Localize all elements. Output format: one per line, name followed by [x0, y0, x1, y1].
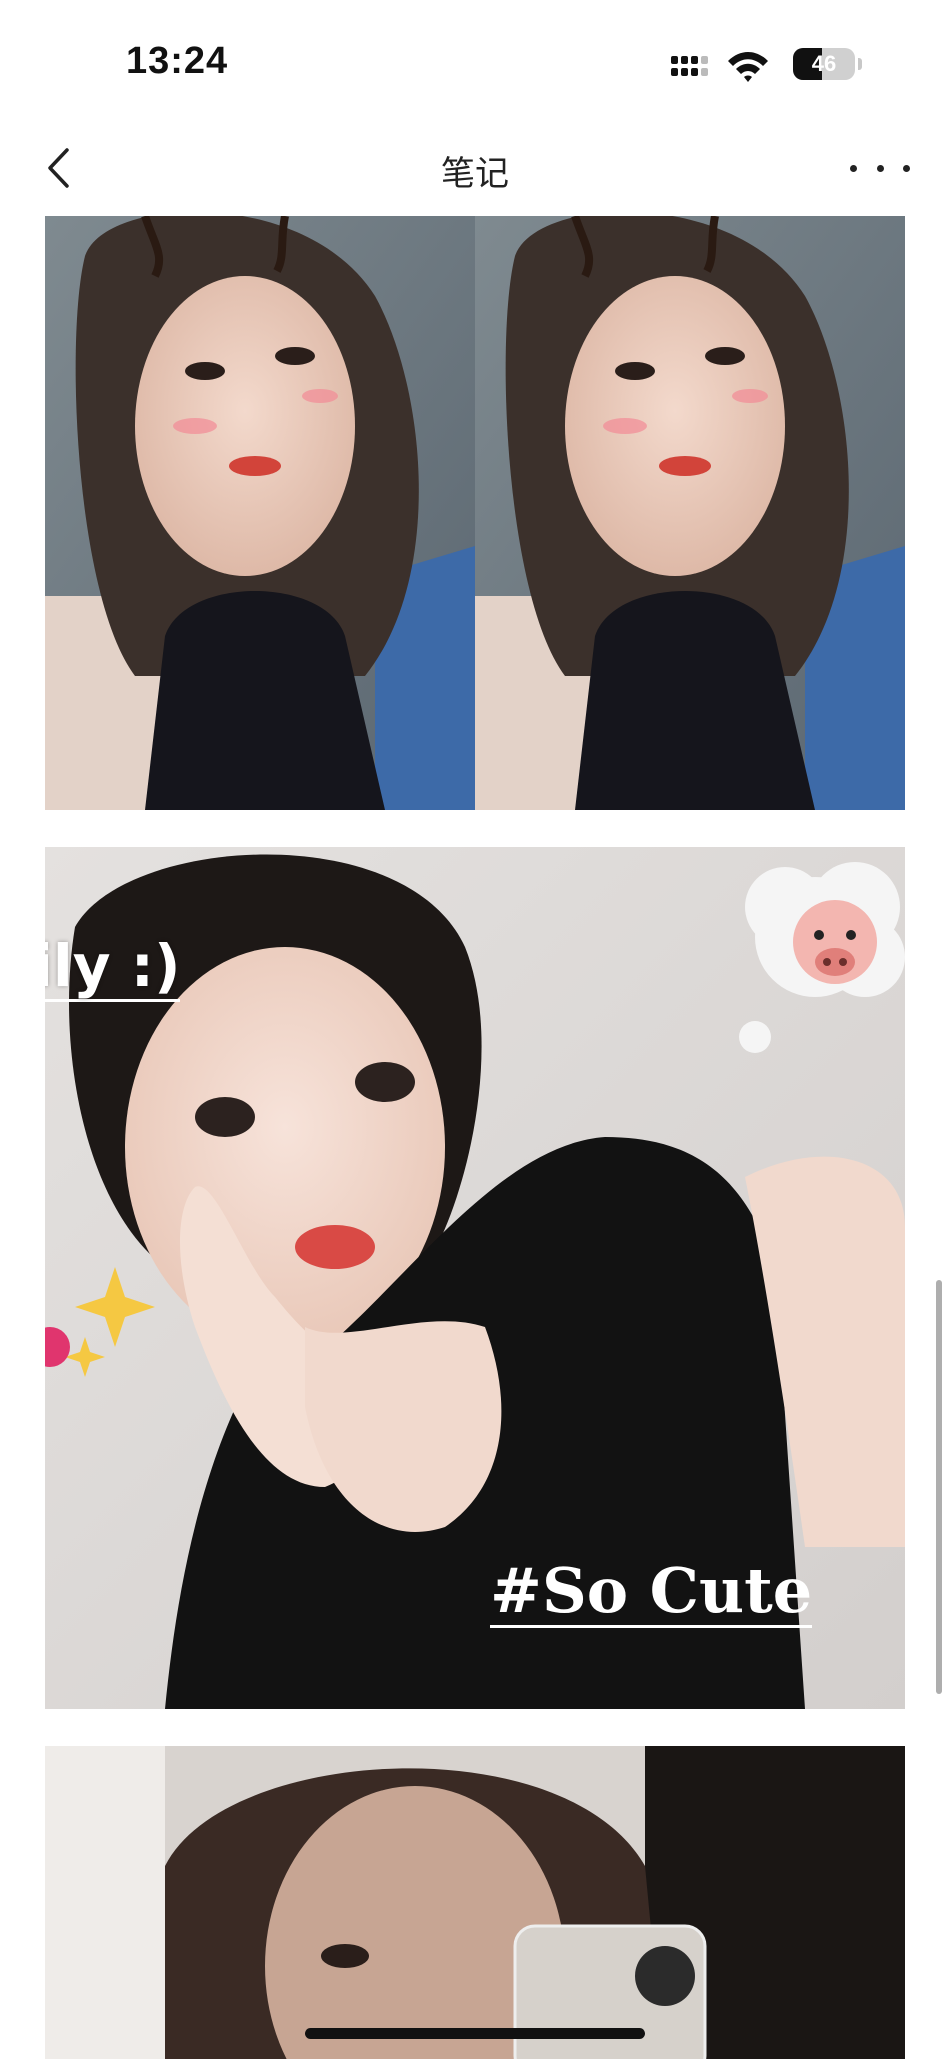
page-title: 笔记 [441, 155, 509, 193]
more-dot [850, 164, 857, 172]
cellular-signal-icon [671, 56, 708, 76]
note-photo-1[interactable] [45, 216, 905, 810]
photo-collage-right [475, 216, 905, 810]
home-indicator[interactable] [305, 2028, 645, 2039]
nav-bar: 笔记 [0, 120, 950, 216]
status-time: 13:24 [126, 40, 229, 82]
note-photo-3[interactable] [45, 1746, 905, 2059]
status-icons [671, 46, 770, 86]
photo-collage-left [45, 216, 475, 810]
photo-caption-bottom: #So Cute [490, 1554, 813, 1629]
more-button[interactable] [850, 150, 910, 186]
more-dot [903, 164, 910, 172]
photo-caption-top: ily :) [45, 934, 181, 1002]
more-dot [876, 164, 884, 172]
battery-icon: 46 [793, 48, 862, 80]
note-photo-2[interactable]: ily :) #So Cute [45, 847, 905, 1709]
wifi-icon [726, 49, 770, 83]
battery-percent: 46 [811, 51, 837, 76]
scroll-indicator[interactable] [936, 1280, 942, 1694]
status-bar: 13:24 46 [0, 0, 950, 120]
